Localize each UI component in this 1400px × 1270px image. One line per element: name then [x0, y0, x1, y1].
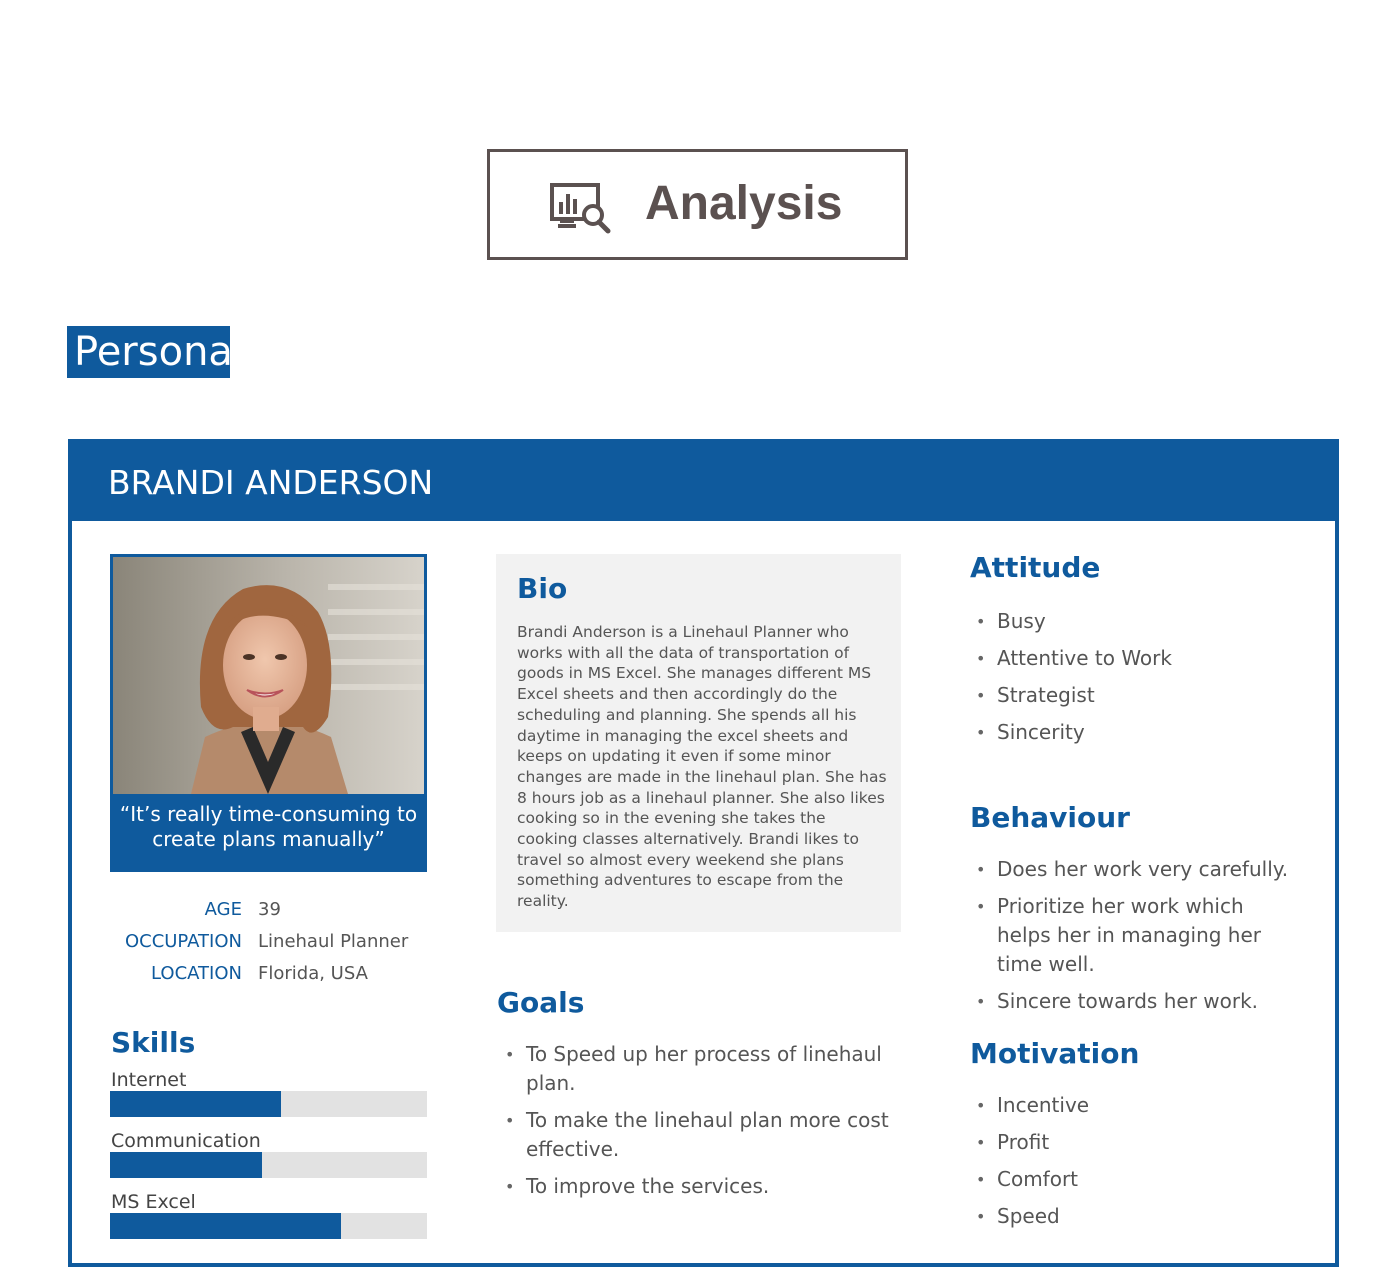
persona-card-header: BRANDI ANDERSON: [72, 443, 1335, 521]
persona-card: BRANDI ANDERSON “It’s really time-consum…: [68, 439, 1339, 1267]
info-value: Linehaul Planner: [258, 931, 409, 952]
list-item: Attentive to Work: [971, 644, 1301, 673]
list-item: To Speed up her process of linehaul plan…: [500, 1040, 890, 1098]
section-tag-persona: Persona: [67, 326, 233, 378]
list-item: To make the linehaul plan more cost effe…: [500, 1106, 890, 1164]
goals-list: To Speed up her process of linehaul plan…: [500, 1040, 890, 1209]
skill-bar-internet: [110, 1091, 427, 1117]
info-label: AGE: [204, 899, 242, 920]
analysis-header-box: Analysis: [487, 149, 908, 260]
behaviour-title: Behaviour: [970, 801, 1130, 834]
persona-photo-block: “It’s really time-consuming to create pl…: [110, 554, 427, 872]
info-value: 39: [258, 899, 281, 920]
skill-label-communication: Communication: [111, 1130, 261, 1152]
skill-label-internet: Internet: [111, 1069, 187, 1091]
quote-line-1: “It’s really time-consuming to: [119, 802, 418, 826]
page-title: Analysis: [645, 177, 843, 230]
list-item: Sincerity: [971, 718, 1301, 747]
skill-bar-ms-excel: [110, 1213, 427, 1239]
skill-bar-communication: [110, 1152, 427, 1178]
skills-title: Skills: [111, 1026, 196, 1059]
list-item: Comfort: [971, 1165, 1301, 1194]
info-row-location: LOCATION Florida, USA: [110, 963, 440, 989]
goals-title: Goals: [497, 986, 585, 1019]
persona-name: BRANDI ANDERSON: [108, 463, 434, 502]
list-item: Strategist: [971, 681, 1301, 710]
bio-title: Bio: [517, 572, 568, 605]
chart-magnifier-icon: [550, 183, 611, 234]
skill-bar-fill: [110, 1213, 342, 1239]
list-item: Does her work very carefully.: [971, 855, 1301, 884]
motivation-list: Incentive Profit Comfort Speed: [971, 1091, 1301, 1239]
info-label: LOCATION: [151, 963, 242, 984]
list-item: To improve the services.: [500, 1172, 890, 1201]
bio-panel: Bio Brandi Anderson is a Linehaul Planne…: [496, 554, 901, 932]
info-row-age: AGE 39: [110, 899, 440, 925]
list-item: Busy: [971, 607, 1301, 636]
skill-label-ms-excel: MS Excel: [111, 1191, 196, 1213]
info-label: OCCUPATION: [124, 931, 242, 952]
attitude-list: Busy Attentive to Work Strategist Sincer…: [971, 607, 1301, 755]
list-item: Speed: [971, 1202, 1301, 1231]
persona-photo: [113, 557, 424, 794]
list-item: Profit: [971, 1128, 1301, 1157]
list-item: Sincere towards her work.: [971, 987, 1301, 1016]
quote-line-2: create plans manually”: [152, 827, 385, 851]
info-value: Florida, USA: [258, 963, 368, 984]
list-item: Prioritize her work which helps her in m…: [971, 892, 1301, 979]
persona-quote: “It’s really time-consuming to create pl…: [110, 802, 427, 852]
attitude-title: Attitude: [970, 551, 1101, 584]
motivation-title: Motivation: [970, 1037, 1140, 1070]
skill-bar-fill: [110, 1091, 282, 1117]
skill-bar-fill: [110, 1152, 263, 1178]
info-row-occupation: OCCUPATION Linehaul Planner: [110, 931, 440, 957]
list-item: Incentive: [971, 1091, 1301, 1120]
behaviour-list: Does her work very carefully. Prioritize…: [971, 855, 1301, 1024]
bio-text: Brandi Anderson is a Linehaul Planner wh…: [517, 623, 887, 911]
